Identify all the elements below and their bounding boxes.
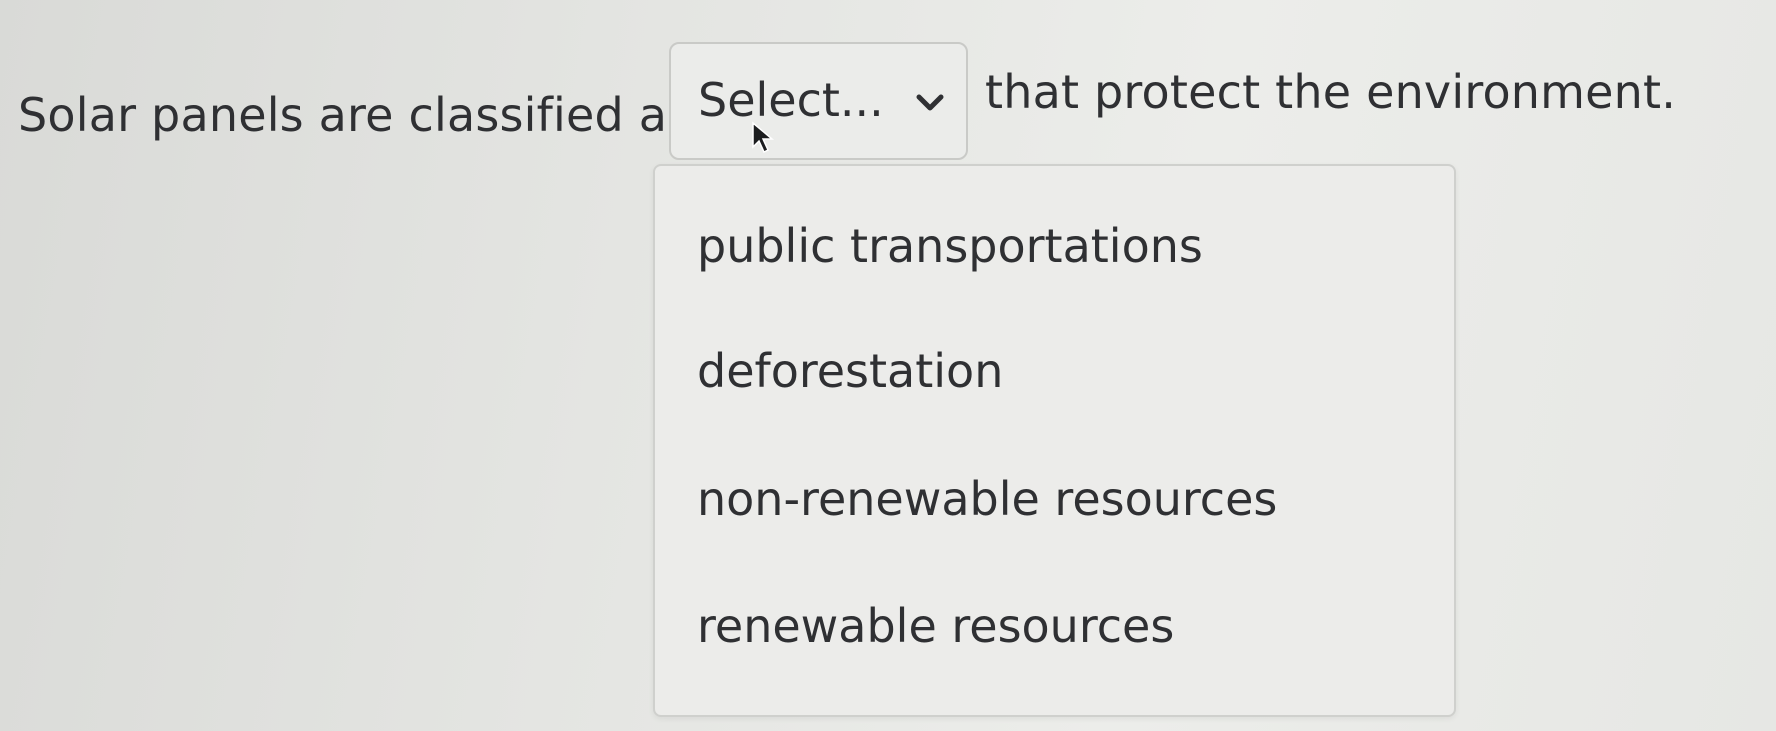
- dropdown-option[interactable]: renewable resources: [655, 571, 1454, 681]
- select-placeholder: Select...: [698, 73, 884, 127]
- question-prefix-text: Solar panels are classified as: [18, 88, 692, 142]
- dropdown-option[interactable]: deforestation: [655, 316, 1454, 426]
- question-suffix-text: that protect the environment.: [985, 65, 1677, 119]
- dropdown-option[interactable]: public transportations: [655, 191, 1454, 301]
- chevron-down-icon: [916, 94, 944, 111]
- answer-select[interactable]: Select...: [669, 42, 968, 160]
- mouse-pointer-icon: [752, 121, 775, 154]
- dropdown-option[interactable]: non-renewable resources: [655, 444, 1454, 554]
- dropdown-menu: public transportations deforestation non…: [653, 164, 1456, 717]
